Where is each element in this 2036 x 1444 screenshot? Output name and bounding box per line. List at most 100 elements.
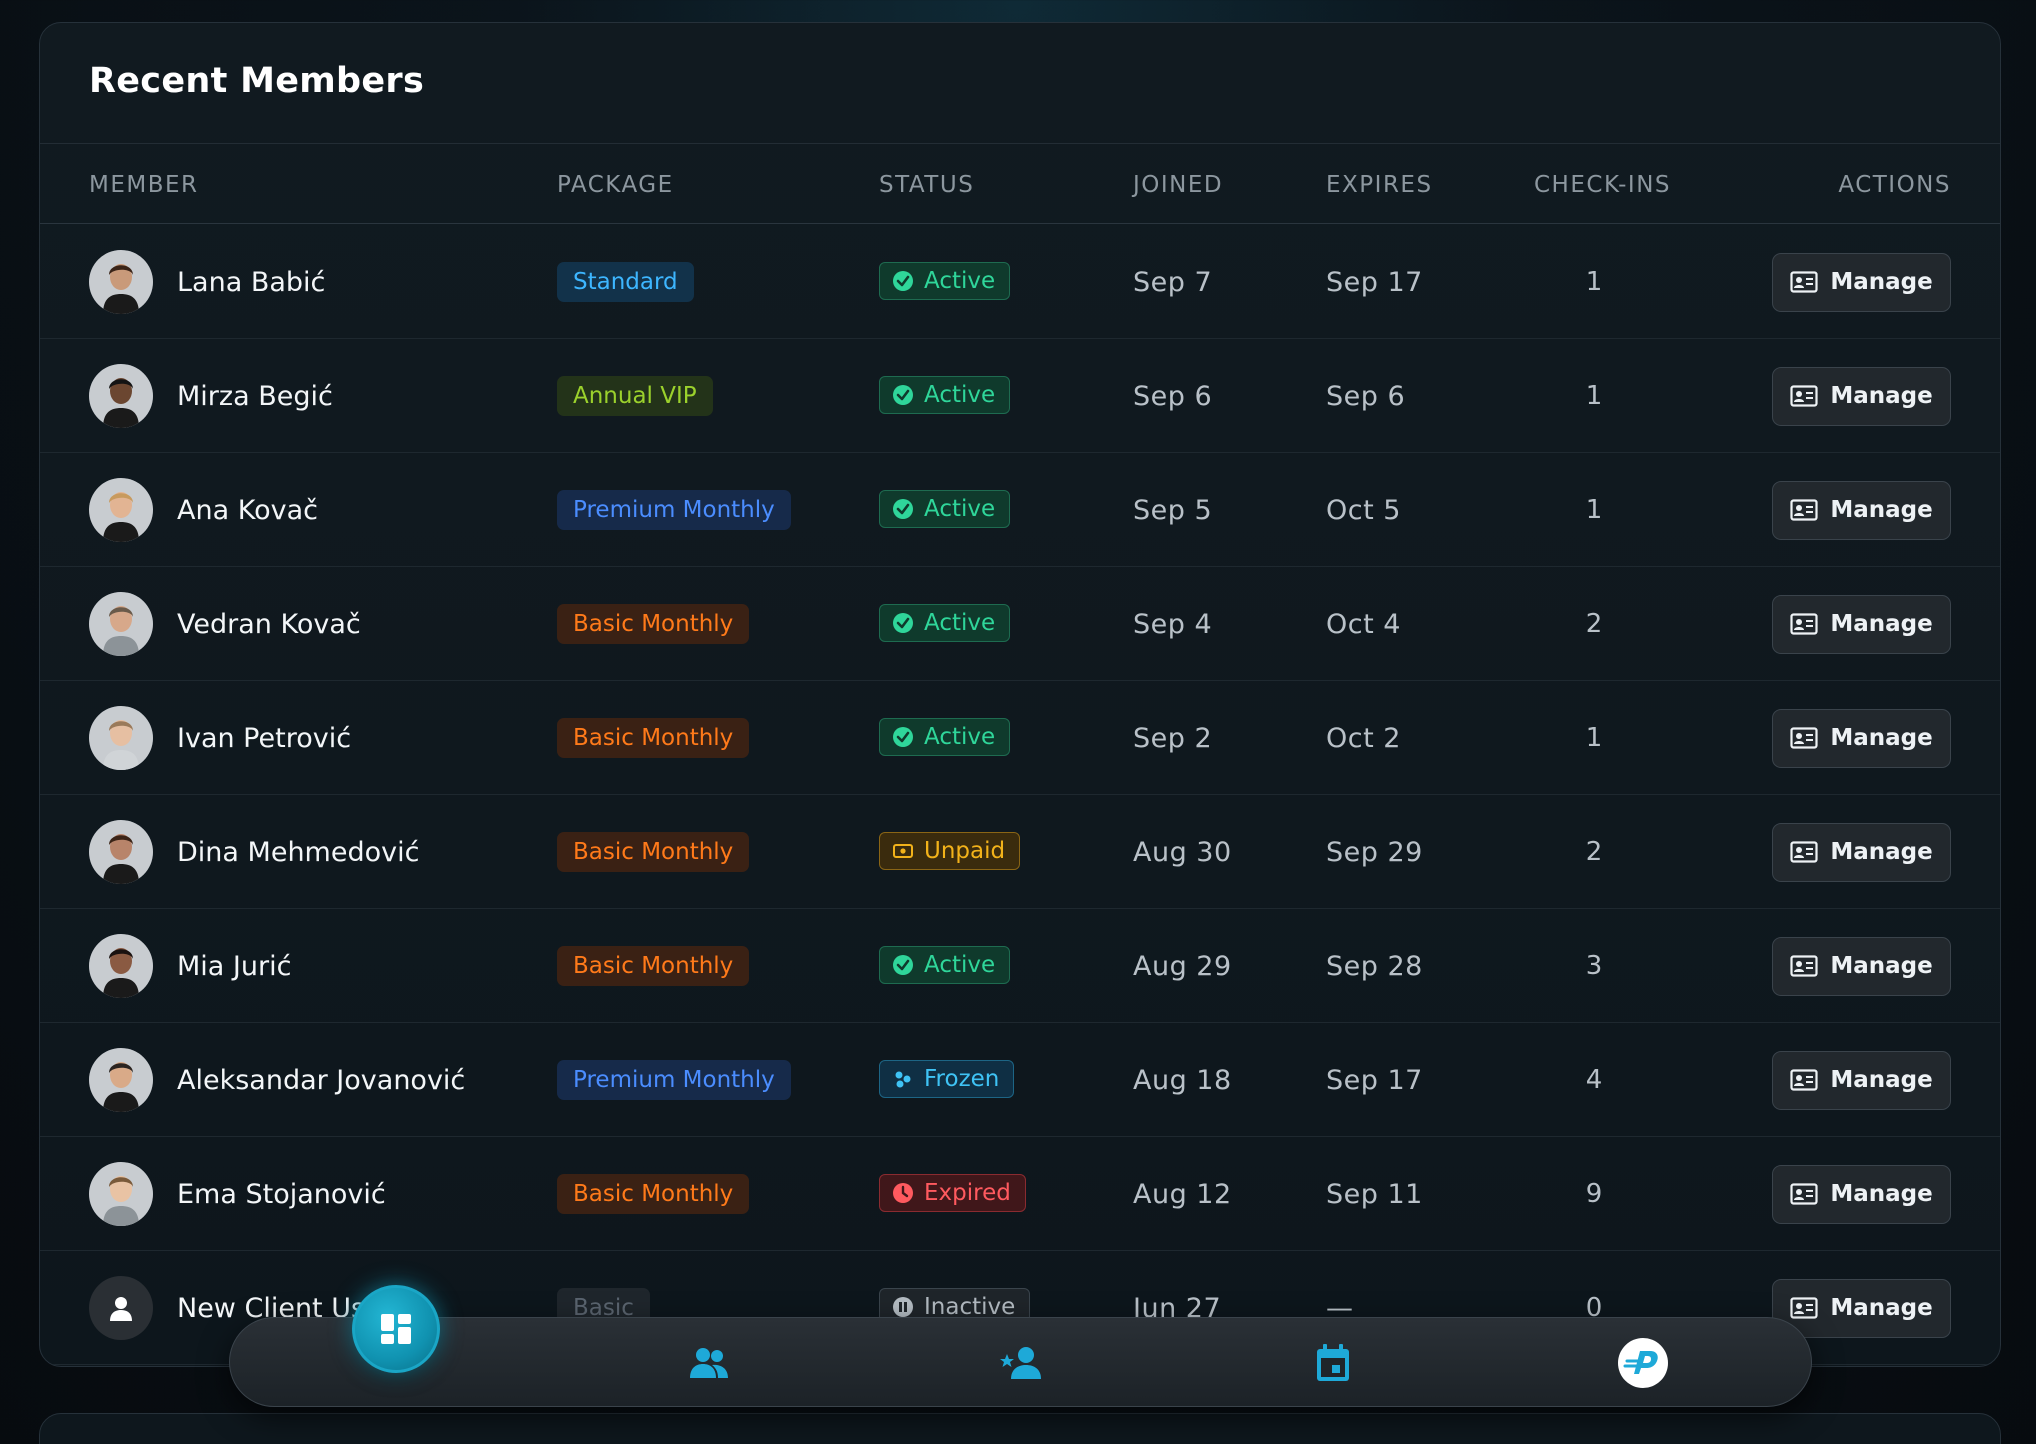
avatar — [89, 706, 153, 770]
joined-date: Sep 6 — [1133, 380, 1213, 412]
status-badge: Unpaid — [879, 832, 1021, 870]
checkins-count: 1 — [1585, 723, 1603, 753]
member-name[interactable]: Ivan Petrović — [177, 723, 351, 754]
checkins-count: 1 — [1585, 267, 1603, 297]
column-header-package[interactable]: PACKAGE — [557, 172, 674, 198]
calendar-icon[interactable] — [1293, 1318, 1373, 1408]
member-name[interactable]: Aleksandar Jovanović — [177, 1065, 465, 1096]
checkins-cell: 3 — [1534, 909, 1654, 1023]
status-active-icon — [892, 384, 914, 406]
id-card-icon — [1790, 1069, 1818, 1091]
manage-button[interactable]: Manage — [1772, 252, 1951, 312]
package-cell: Basic Monthly — [557, 1137, 750, 1251]
package-badge: Basic Monthly — [557, 604, 750, 644]
avatar — [89, 592, 153, 656]
expires-date: Sep 29 — [1326, 836, 1423, 868]
status-active-icon — [892, 498, 914, 520]
manage-button[interactable]: Manage — [1772, 1278, 1951, 1338]
status-active-icon — [892, 612, 914, 634]
checkins-count: 1 — [1585, 495, 1603, 525]
member-name[interactable]: Vedran Kovač — [177, 609, 361, 640]
table-row[interactable]: Mia Jurić Basic Monthly Active Aug 29 Se… — [40, 909, 2000, 1023]
package-badge: Basic Monthly — [557, 832, 750, 872]
members-icon[interactable] — [669, 1318, 749, 1408]
expires-date: Oct 2 — [1326, 722, 1401, 754]
manage-label: Manage — [1830, 725, 1933, 751]
package-cell: Basic Monthly — [557, 909, 750, 1023]
status-label: Expired — [924, 1180, 1011, 1206]
actions-cell: Manage — [1772, 1137, 1951, 1251]
manage-button[interactable]: Manage — [1772, 936, 1951, 996]
column-header-member[interactable]: MEMBER — [89, 172, 199, 198]
package-cell: Premium Monthly — [557, 1023, 791, 1137]
joined-cell: Sep 4 — [1133, 567, 1212, 681]
table-row[interactable]: Ivan Petrović Basic Monthly Active Sep 2… — [40, 681, 2000, 795]
joined-date: Aug 30 — [1133, 836, 1232, 868]
column-header-expires[interactable]: EXPIRES — [1326, 172, 1433, 198]
table-row[interactable]: Aleksandar Jovanović Premium Monthly Fro… — [40, 1023, 2000, 1137]
package-badge: Annual VIP — [557, 376, 713, 416]
expires-date: Sep 28 — [1326, 950, 1423, 982]
joined-date: Sep 5 — [1133, 494, 1213, 526]
table-row[interactable]: Mirza Begić Annual VIP Active Sep 6 Sep … — [40, 339, 2000, 453]
table-row[interactable]: Ema Stojanović Basic Monthly Expired Aug… — [40, 1137, 2000, 1251]
status-active-icon — [892, 270, 914, 292]
id-card-icon — [1790, 955, 1818, 977]
manage-button[interactable]: Manage — [1772, 1164, 1951, 1224]
package-cell: Basic Monthly — [557, 681, 750, 795]
id-card-icon — [1790, 613, 1818, 635]
member-name[interactable]: Ema Stojanović — [177, 1179, 386, 1210]
joined-cell: Sep 7 — [1133, 225, 1212, 339]
manage-label: Manage — [1830, 953, 1933, 979]
member-name[interactable]: Mirza Begić — [177, 381, 333, 412]
manage-button[interactable]: Manage — [1772, 594, 1951, 654]
manage-button[interactable]: Manage — [1772, 480, 1951, 540]
table-row[interactable]: Lana Babić Standard Active Sep 7 Sep 17 … — [40, 225, 2000, 339]
add-member-icon[interactable] — [981, 1318, 1061, 1408]
manage-label: Manage — [1830, 839, 1933, 865]
package-badge: Basic Monthly — [557, 946, 750, 986]
status-label: Active — [924, 952, 996, 978]
card-title: Recent Members — [89, 61, 425, 101]
checkins-cell: 1 — [1534, 681, 1654, 795]
member-cell: Ivan Petrović — [89, 681, 351, 795]
avatar — [89, 364, 153, 428]
status-cell: Expired — [879, 1136, 1026, 1250]
manage-button[interactable]: Manage — [1772, 1050, 1951, 1110]
package-badge: Standard — [557, 262, 694, 302]
member-name[interactable]: Mia Jurić — [177, 951, 291, 982]
actions-cell: Manage — [1772, 225, 1951, 339]
expires-cell: Oct 5 — [1326, 453, 1401, 567]
joined-cell: Sep 5 — [1133, 453, 1212, 567]
member-name[interactable]: Ana Kovač — [177, 495, 318, 526]
member-cell: Ema Stojanović — [89, 1137, 386, 1251]
column-header-checkins[interactable]: CHECK-INS — [1534, 172, 1671, 198]
joined-date: Sep 4 — [1133, 608, 1213, 640]
brand-logo-icon[interactable] — [1603, 1318, 1683, 1408]
avatar — [89, 250, 153, 314]
column-header-joined[interactable]: JOINED — [1133, 172, 1223, 198]
manage-button[interactable]: Manage — [1772, 708, 1951, 768]
dashboard-icon[interactable] — [352, 1285, 440, 1373]
joined-date: Aug 29 — [1133, 950, 1232, 982]
table-row[interactable]: Vedran Kovač Basic Monthly Active Sep 4 … — [40, 567, 2000, 681]
manage-button[interactable]: Manage — [1772, 822, 1951, 882]
bottom-navbar — [229, 1317, 1812, 1407]
expires-date: Sep 17 — [1326, 266, 1423, 298]
member-name[interactable]: Dina Mehmedović — [177, 837, 419, 868]
column-header-status[interactable]: STATUS — [879, 172, 974, 198]
checkins-count: 4 — [1585, 1065, 1603, 1095]
table-row[interactable]: Dina Mehmedović Basic Monthly Unpaid Aug… — [40, 795, 2000, 909]
table-row[interactable]: Ana Kovač Premium Monthly Active Sep 5 O… — [40, 453, 2000, 567]
checkins-cell: 9 — [1534, 1137, 1654, 1251]
package-cell: Premium Monthly — [557, 453, 791, 567]
status-label: Active — [924, 496, 996, 522]
status-frozen-icon — [892, 1068, 914, 1090]
status-label: Active — [924, 610, 996, 636]
id-card-icon — [1790, 499, 1818, 521]
actions-cell: Manage — [1772, 681, 1951, 795]
checkins-cell: 1 — [1534, 339, 1654, 453]
status-badge: Active — [879, 376, 1011, 414]
manage-button[interactable]: Manage — [1772, 366, 1951, 426]
member-name[interactable]: Lana Babić — [177, 267, 325, 298]
